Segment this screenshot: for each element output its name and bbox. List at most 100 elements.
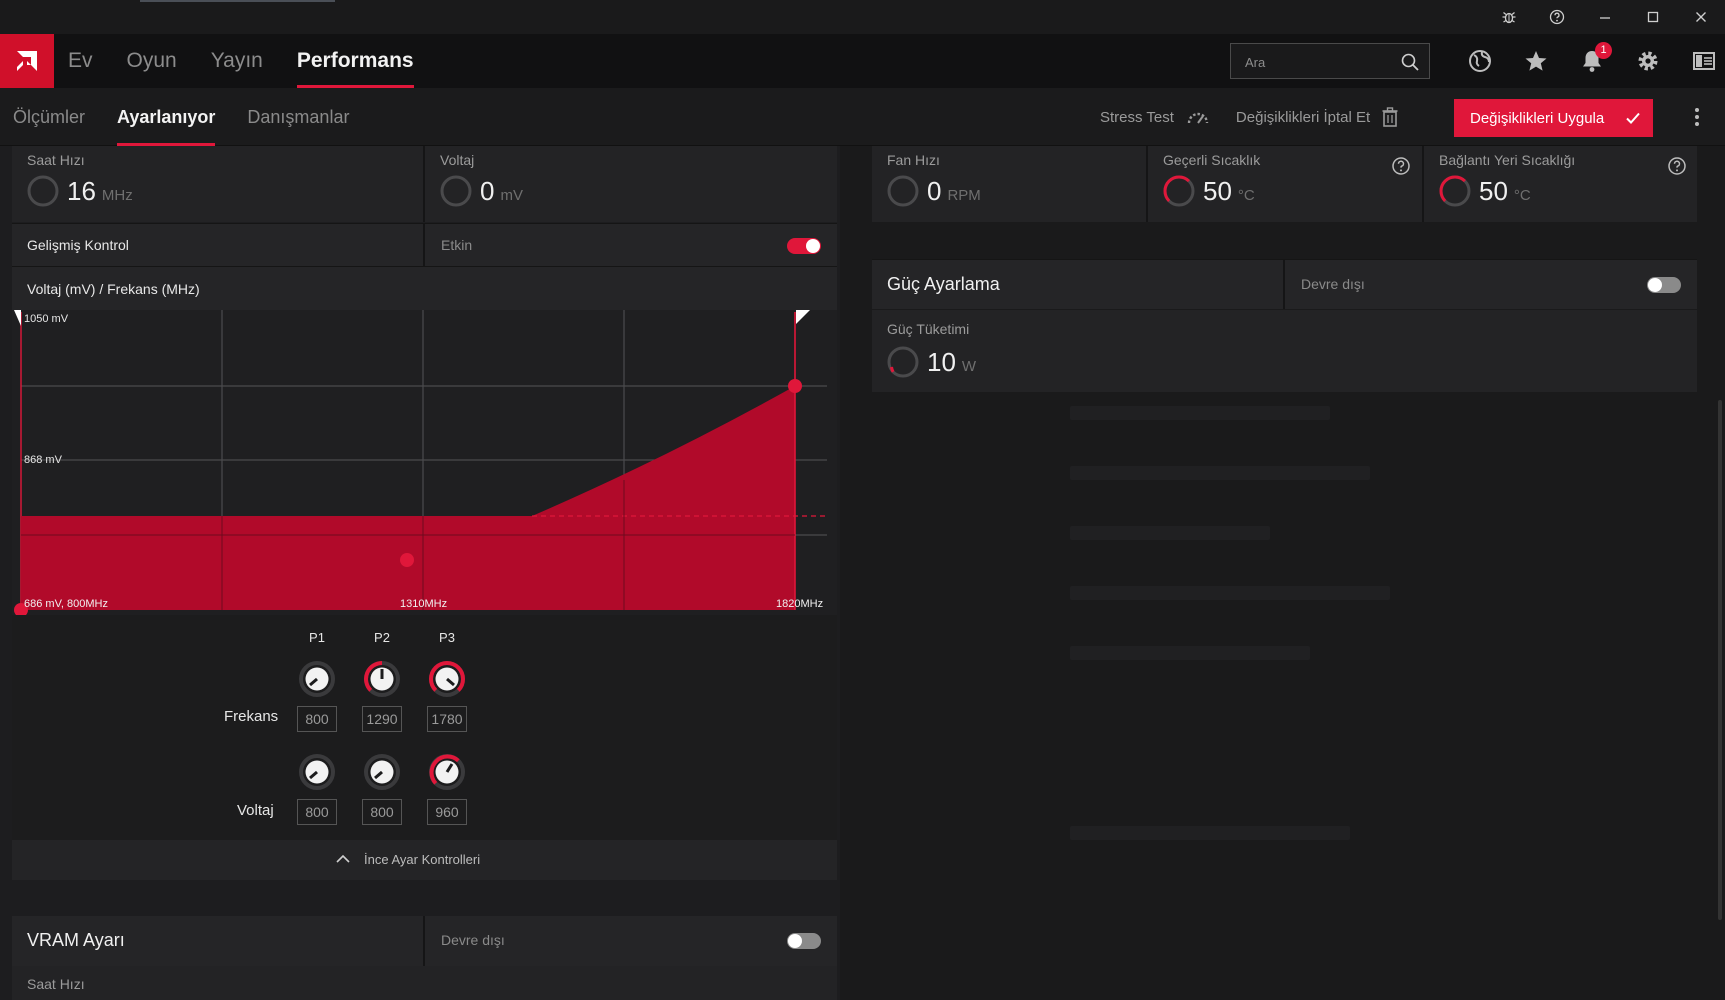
nav-streaming[interactable]: Yayın xyxy=(211,34,263,88)
gpu-voltage-gauge-icon xyxy=(440,175,472,207)
notifications-bell-icon[interactable]: 1 xyxy=(1564,34,1620,88)
discard-changes-label: Değişiklikleri İptal Et xyxy=(1235,108,1371,126)
junction-temperature-metric: Bağlantı Yeri Sıcaklığı 50 °C xyxy=(1424,146,1697,222)
p1-voltage-input[interactable]: 800 xyxy=(297,799,337,825)
help-icon[interactable] xyxy=(1533,0,1581,34)
stress-test-button[interactable]: Stress Test xyxy=(1100,108,1210,126)
apply-changes-button[interactable]: Değişiklikleri Uygula xyxy=(1454,99,1653,137)
search-input[interactable] xyxy=(1245,52,1395,72)
power-tuning-toggle[interactable] xyxy=(1647,277,1681,293)
amd-logo-icon[interactable] xyxy=(0,34,54,88)
toggle-knob xyxy=(788,934,802,948)
fan-temperature-panel: Fan Hızı 0 RPM Geçerli Sıcaklık 50 °C Bağl… xyxy=(872,146,1697,222)
junction-temperature-help-icon[interactable] xyxy=(1667,156,1687,176)
settings-gear-icon[interactable] xyxy=(1620,34,1676,88)
sub-nav-items: Ölçümler Ayarlanıyor Danışmanlar xyxy=(13,88,381,146)
fan-speed-value: 0 xyxy=(927,176,942,206)
vram-clock-row: Saat Hızı xyxy=(12,966,837,1000)
sidebar-toggle-icon[interactable] xyxy=(1676,34,1725,88)
maximize-icon[interactable] xyxy=(1629,0,1677,34)
search-icon[interactable] xyxy=(1400,52,1420,72)
nav-performance[interactable]: Performans xyxy=(296,34,414,88)
tab-advisors[interactable]: Danışmanlar xyxy=(247,88,349,146)
curve-area xyxy=(21,386,795,610)
fan-speed-unit: RPM xyxy=(947,187,981,204)
gpu-clock-metric: Saat Hızı 16 MHz xyxy=(12,146,424,222)
stress-test-label: Stress Test xyxy=(1100,108,1174,126)
p3-voltage-dial[interactable] xyxy=(428,753,466,791)
sub-nav: Ölçümler Ayarlanıyor Danışmanlar Stress … xyxy=(0,88,1725,146)
curve-title: Voltaj (mV) / Frekans (MHz) xyxy=(27,281,200,297)
power-divider xyxy=(1283,260,1285,309)
x-mid-tick: 1310MHz xyxy=(400,598,447,610)
fine-tune-controls-toggle[interactable]: İnce Ayar Kontrolleri xyxy=(12,840,837,880)
tab-tuning[interactable]: Ayarlanıyor xyxy=(117,88,216,146)
vram-title: VRAM Ayarı xyxy=(27,930,125,950)
current-temperature-help-icon[interactable] xyxy=(1391,156,1411,176)
gpu-voltage-value: 0 xyxy=(480,176,495,206)
p1-frequency-input[interactable]: 800 xyxy=(297,706,337,732)
gpu-clock-unit: MHz xyxy=(101,187,133,204)
power-tuning-header: Güç Ayarlama Devre dışı xyxy=(872,259,1697,309)
current-temperature-value: 50 xyxy=(1203,176,1232,206)
minimize-icon[interactable] xyxy=(1581,0,1629,34)
bug-report-icon[interactable] xyxy=(1485,0,1533,34)
nav-home[interactable]: Ev xyxy=(68,34,93,88)
vram-tuning-toggle[interactable] xyxy=(787,933,821,949)
power-gauge-icon xyxy=(887,346,919,378)
curve-point-p2[interactable] xyxy=(400,553,414,567)
p2-frequency-input[interactable]: 1290 xyxy=(362,706,402,732)
p3-frequency-dial[interactable] xyxy=(428,660,466,698)
discard-changes-button[interactable]: Değişiklikleri İptal Et xyxy=(1236,107,1398,127)
gpu-voltage-label: Voltaj xyxy=(440,152,475,168)
y-mid-tick: 868 mV xyxy=(24,454,63,466)
x-start-tick: 686 mV, 800MHz xyxy=(24,598,108,610)
page-scrollbar[interactable] xyxy=(1718,400,1722,920)
gpu-clock-value: 16 xyxy=(67,176,96,206)
tab-metrics[interactable]: Ölçümler xyxy=(13,88,85,146)
gpu-clock-label: Saat Hızı xyxy=(27,152,85,168)
power-consumption-panel: Güç Tüketimi 10 W xyxy=(872,310,1697,392)
p2-voltage-dial[interactable] xyxy=(363,753,401,791)
p1-voltage-dial[interactable] xyxy=(298,753,336,791)
notification-badge: 1 xyxy=(1595,42,1612,59)
close-icon[interactable] xyxy=(1677,0,1725,34)
power-consumption-value: 10 xyxy=(927,347,956,377)
fan-speed-label: Fan Hızı xyxy=(887,152,940,168)
power-consumption-label: Güç Tüketimi xyxy=(887,321,970,337)
p3-voltage-input[interactable]: 960 xyxy=(427,799,467,825)
advanced-control-toggle[interactable] xyxy=(787,238,821,254)
curve-point-p3[interactable] xyxy=(788,379,802,393)
p2-voltage-input[interactable]: 800 xyxy=(362,799,402,825)
apply-changes-label: Değişiklikleri Uygula xyxy=(1470,109,1605,127)
p2-frequency-dial[interactable] xyxy=(363,660,401,698)
pstate-controls: P1 P2 P3 Frekans 800 1290 1780 Voltaj 80… xyxy=(12,615,837,840)
search-box xyxy=(1230,43,1430,79)
gpu-clock-gauge-icon xyxy=(27,175,59,207)
checkmark-icon xyxy=(1626,112,1640,124)
power-tuning-state: Devre dışı xyxy=(1301,276,1365,292)
x-max-handle[interactable] xyxy=(796,310,810,324)
y-max-handle[interactable] xyxy=(14,310,21,326)
curve-svg: 1050 mV 868 mV 686 mV, 800MHz 1310MHz 18… xyxy=(14,310,827,615)
advanced-control-row: Gelişmiş Kontrol Etkin xyxy=(12,223,837,266)
background-placeholder xyxy=(1070,646,1310,660)
nav-gaming[interactable]: Oyun xyxy=(127,34,177,88)
junction-temperature-label: Bağlantı Yeri Sıcaklığı xyxy=(1439,152,1576,168)
pstate-label-p2: P2 xyxy=(374,630,390,645)
globe-icon[interactable] xyxy=(1452,34,1508,88)
chevron-up-icon xyxy=(336,854,350,863)
voltage-row-label: Voltaj xyxy=(237,802,274,819)
vram-tuning-header: VRAM Ayarı Devre dışı xyxy=(12,916,837,966)
p3-frequency-input[interactable]: 1780 xyxy=(427,706,467,732)
current-temperature-label: Geçerli Sıcaklık xyxy=(1163,152,1261,168)
favorites-star-icon[interactable] xyxy=(1508,34,1564,88)
title-bar xyxy=(0,0,1725,34)
fan-speed-metric: Fan Hızı 0 RPM xyxy=(872,146,1146,222)
more-options-icon[interactable] xyxy=(1686,106,1708,128)
fine-tune-label: İnce Ayar Kontrolleri xyxy=(364,852,481,867)
p1-frequency-dial[interactable] xyxy=(298,660,336,698)
advanced-control-label: Gelişmiş Kontrol xyxy=(27,237,129,253)
radeon-software-window: Ev Oyun Yayın Performans 1 xyxy=(0,0,1725,1000)
background-placeholder xyxy=(1070,826,1350,840)
